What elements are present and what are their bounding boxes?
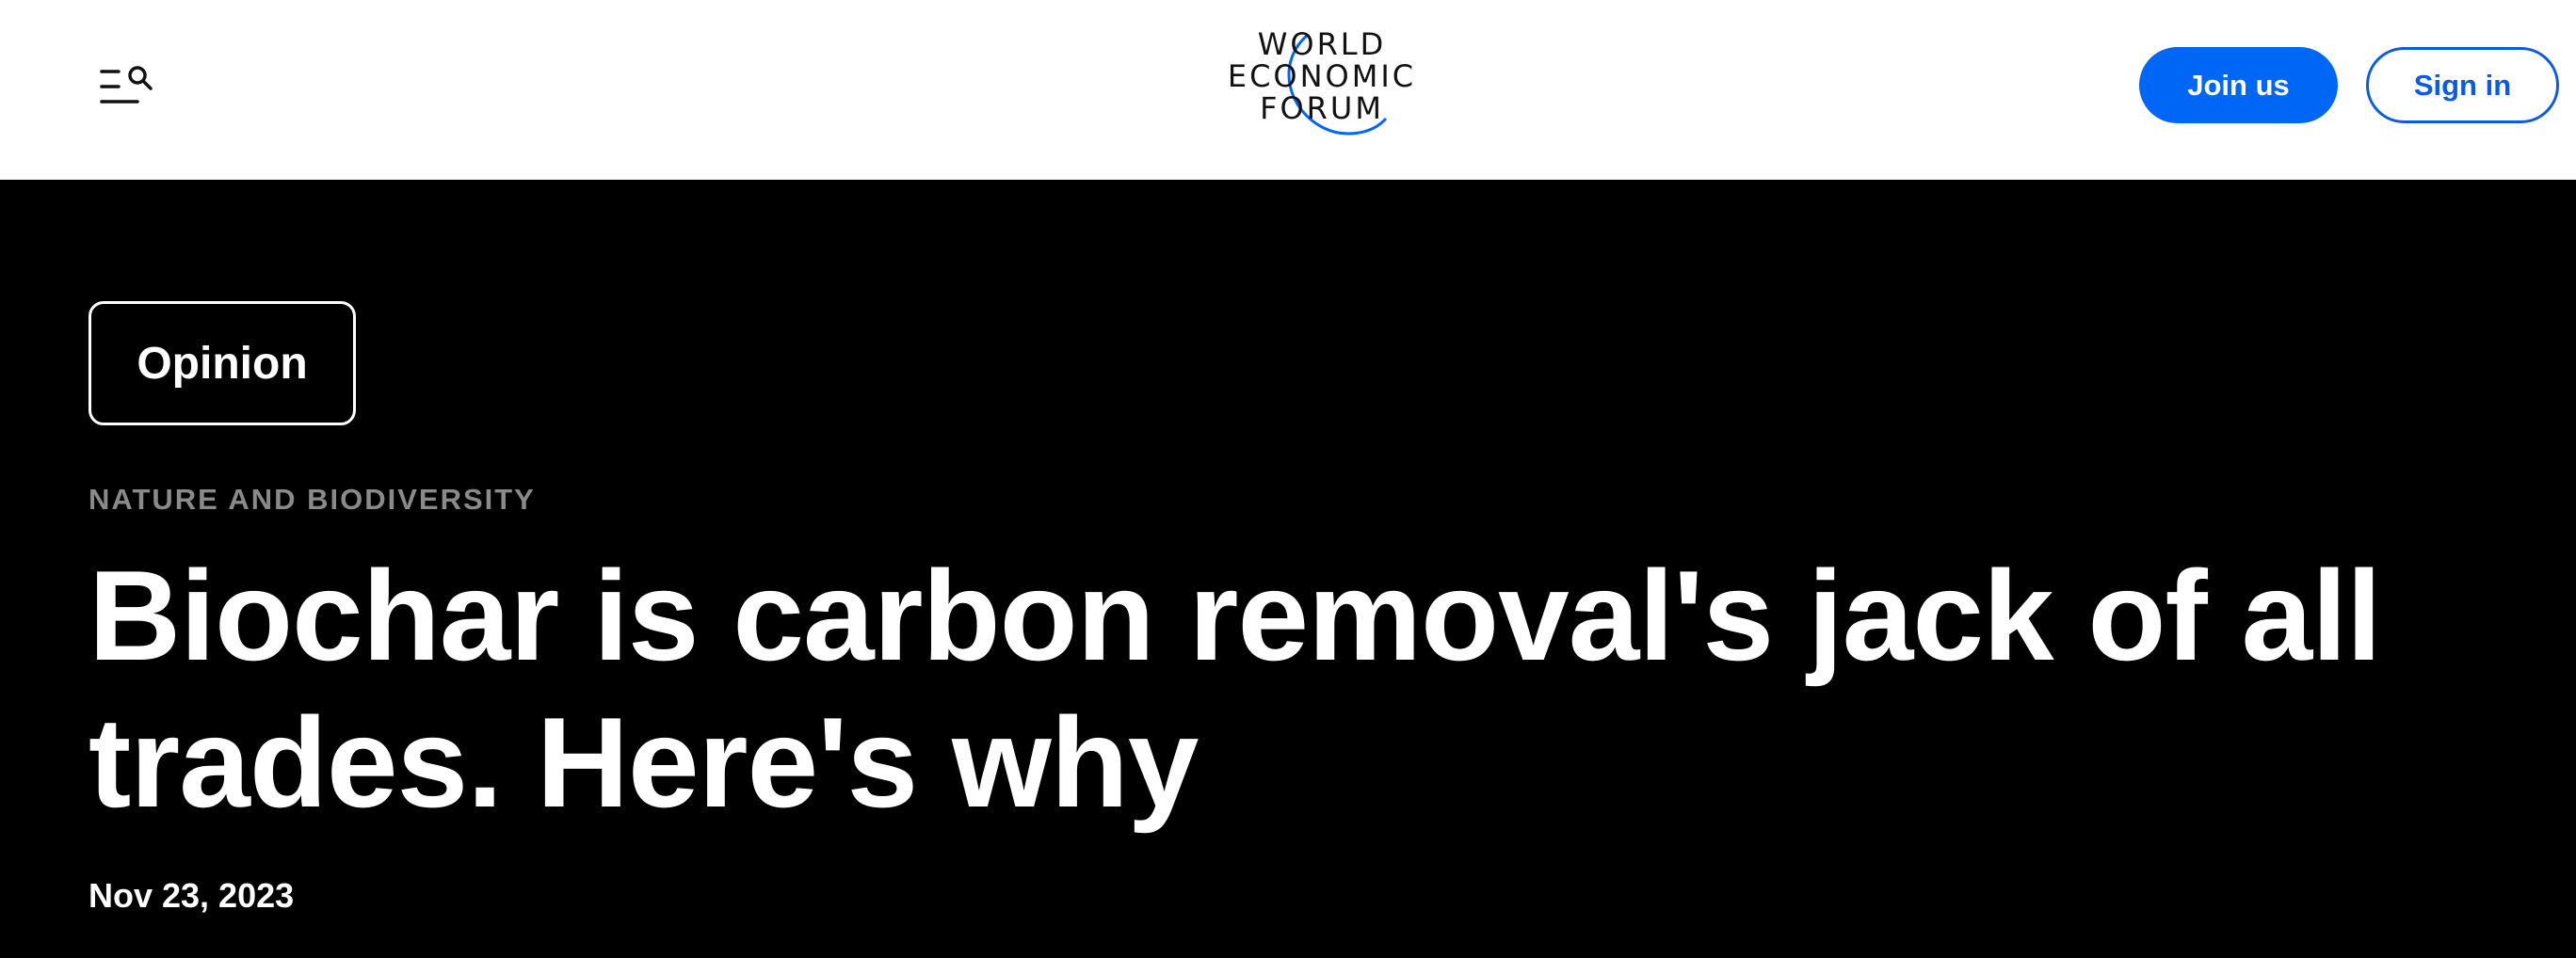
menu-search-icon[interactable] bbox=[98, 64, 156, 109]
publish-date: Nov 23, 2023 bbox=[89, 876, 295, 915]
wef-logo[interactable]: WORLD ECONOMIC FORUM bbox=[1220, 24, 1424, 147]
logo-word-forum: FORUM bbox=[1260, 90, 1384, 126]
logo-word-economic: ECONOMIC bbox=[1227, 58, 1417, 94]
join-us-button[interactable]: Join us bbox=[2139, 47, 2338, 123]
topic-link[interactable]: NATURE AND BIODIVERSITY bbox=[89, 483, 536, 517]
article-title: Biochar is carbon removal's jack of all … bbox=[89, 544, 2382, 834]
article-hero: Opinion NATURE AND BIODIVERSITY Biochar … bbox=[0, 180, 2576, 958]
site-header: WORLD ECONOMIC FORUM Join us Sign in bbox=[0, 0, 2576, 180]
sign-in-button[interactable]: Sign in bbox=[2366, 47, 2559, 123]
logo-word-world: WORLD bbox=[1257, 26, 1387, 62]
opinion-tag[interactable]: Opinion bbox=[89, 301, 356, 425]
